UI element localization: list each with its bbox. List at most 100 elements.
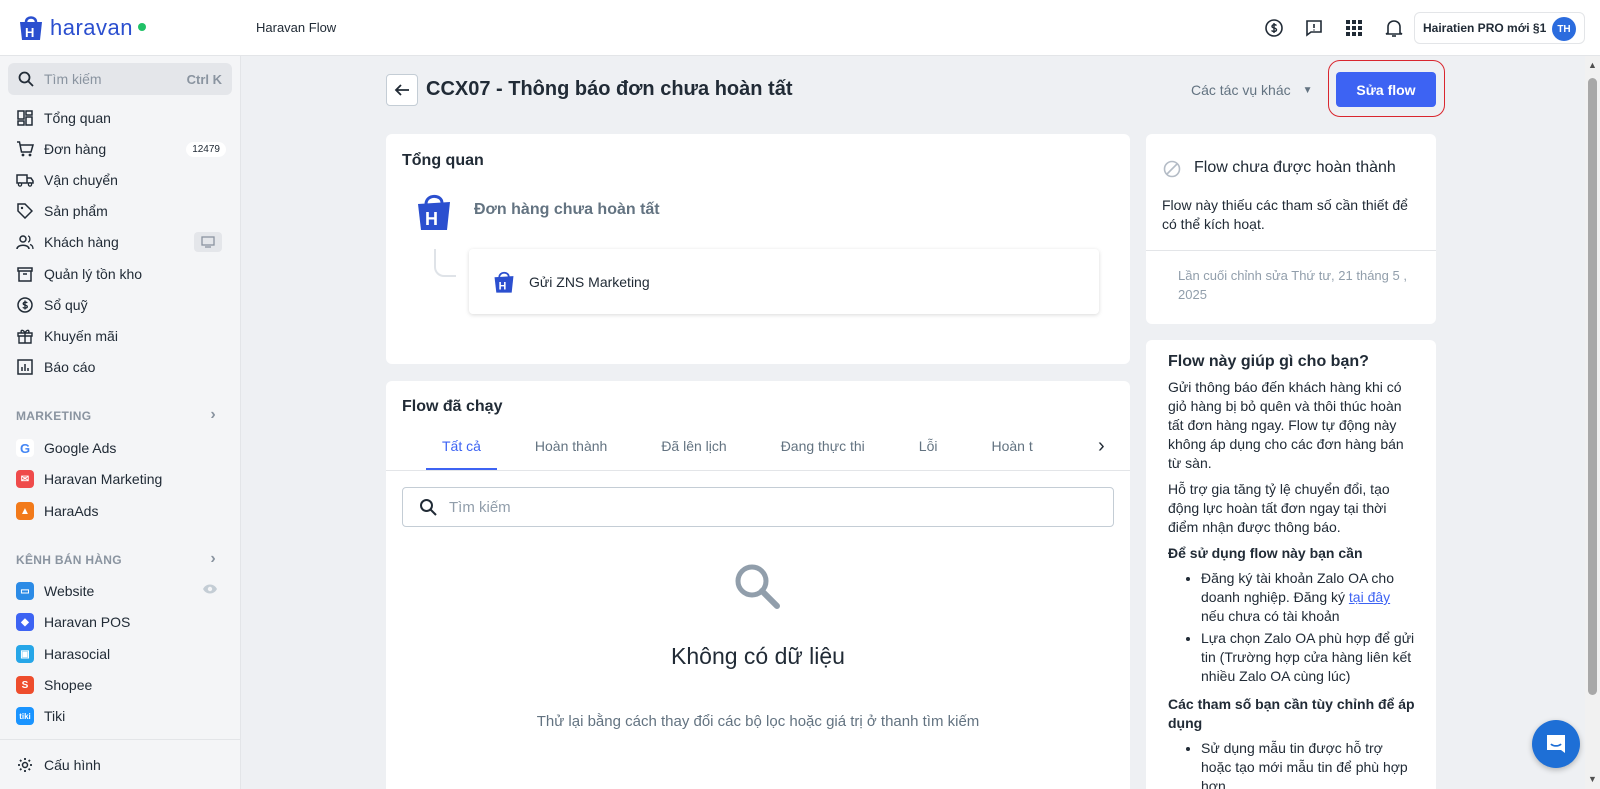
sidebar-item-website[interactable]: ▭ Website	[8, 576, 232, 606]
sidebar-item-label: Shopee	[44, 677, 93, 693]
scroll-down-arrow-icon[interactable]: ▼	[1588, 774, 1597, 784]
tab-running[interactable]: Đang thực thi	[765, 434, 881, 470]
tabs-scroll-right-icon[interactable]: ›	[1098, 435, 1118, 459]
store-switcher[interactable]: Hairatien PRO mới §1 TH	[1414, 12, 1585, 44]
page-scrollbar[interactable]: ▲ ▼	[1585, 56, 1600, 789]
search-shortcut: Ctrl K	[186, 71, 222, 87]
sidebar-item-label: Sổ quỹ	[44, 297, 88, 313]
params-list: Sử dụng mẫu tin được hỗ trợ hoặc tạo mới…	[1168, 739, 1416, 789]
svg-text:H: H	[425, 209, 438, 229]
website-icon: ▭	[16, 582, 34, 600]
tiki-icon: tiki	[16, 707, 34, 725]
sidebar-item-shopee[interactable]: S Shopee	[8, 670, 232, 700]
scroll-thumb[interactable]	[1588, 78, 1597, 695]
online-indicator	[138, 23, 147, 31]
tab-completed[interactable]: Hoàn thành	[519, 434, 623, 470]
sidebar-item-overview[interactable]: Tổng quan	[8, 103, 232, 133]
bell-icon[interactable]	[1382, 16, 1406, 40]
help-content: Flow này giúp gì cho bạn? Gửi thông báo …	[1168, 352, 1416, 789]
sidebar-footer: Cấu hình	[0, 739, 241, 789]
user-avatar: TH	[1552, 17, 1576, 41]
sidebar-item-label: Harasocial	[44, 646, 111, 662]
sidebar-item-products[interactable]: Sản phẩm	[8, 196, 232, 226]
tab-scheduled[interactable]: Đã lên lịch	[645, 434, 742, 470]
cart-icon	[16, 140, 34, 158]
empty-state-title: Không có dữ liệu	[671, 643, 845, 669]
truck-icon	[16, 171, 34, 189]
sidebar-item-harasocial[interactable]: ▣ Harasocial	[8, 639, 232, 669]
help-paragraph-1: Gửi thông báo đến khách hàng khi có giỏ …	[1168, 379, 1404, 471]
archive-icon	[16, 265, 34, 283]
channels-section-header[interactable]: KÊNH BÁN HÀNG ›	[16, 550, 216, 568]
tab-error[interactable]: Lỗi	[903, 434, 954, 470]
gear-icon	[16, 756, 34, 774]
google-icon: G	[16, 439, 34, 457]
back-button[interactable]	[386, 74, 418, 106]
app-name: Haravan Flow	[256, 20, 337, 35]
more-actions-dropdown[interactable]: Các tác vụ khác ▼	[1191, 82, 1313, 98]
caret-down-icon: ▼	[1302, 84, 1313, 96]
apps-grid-icon[interactable]	[1342, 16, 1366, 40]
gift-icon	[16, 327, 34, 345]
sidebar-item-tiki[interactable]: tiki Tiki	[8, 701, 232, 731]
scroll-up-arrow-icon[interactable]: ▲	[1588, 60, 1597, 70]
sidebar-item-label: Quản lý tồn kho	[44, 266, 143, 282]
status-card: Flow chưa được hoàn thành Flow này thiếu…	[1146, 134, 1436, 324]
sidebar-item-label: Sản phẩm	[44, 203, 108, 219]
chat-icon	[1547, 735, 1565, 753]
sidebar-item-haravan-pos[interactable]: ◆ Haravan POS	[8, 607, 232, 637]
dashboard-icon	[16, 109, 34, 127]
sidebar-item-reports[interactable]: Báo cáo	[8, 352, 232, 382]
sidebar-item-label: Website	[44, 583, 95, 599]
pos-icon: ◆	[16, 613, 34, 631]
sidebar: Tìm kiếm Ctrl K Tổng quan Đơn hàng 12479…	[0, 56, 241, 789]
shopee-icon: S	[16, 676, 34, 694]
channels-section-title: KÊNH BÁN HÀNG	[16, 553, 122, 567]
arrow-left-icon	[394, 84, 409, 96]
tab-all[interactable]: Tất cả	[426, 434, 497, 470]
sidebar-item-settings[interactable]: Cấu hình	[8, 750, 232, 780]
sidebar-item-customers[interactable]: Khách hàng	[8, 227, 232, 257]
requirements-list: Đăng ký tài khoản Zalo OA cho doanh nghi…	[1168, 569, 1416, 686]
sidebar-search[interactable]: Tìm kiếm Ctrl K	[8, 63, 232, 95]
haravan-bag-small-icon: H	[494, 271, 514, 292]
search-icon	[18, 71, 34, 87]
flow-action-step[interactable]: H Gửi ZNS Marketing	[469, 249, 1099, 314]
sidebar-item-inventory[interactable]: Quản lý tồn kho	[8, 259, 232, 289]
help-paragraph-2: Hỗ trợ gia tăng tỷ lệ chuyển đổi, tạo độ…	[1168, 481, 1390, 535]
dollar-cycle-icon[interactable]	[1262, 16, 1286, 40]
status-title: Flow chưa được hoàn thành	[1194, 159, 1396, 176]
store-name: Hairatien PRO mới §1	[1423, 21, 1547, 35]
runs-card: Flow đã chạy Tất cả Hoàn thành Đã lên lị…	[386, 381, 1130, 789]
top-bar: H haravan Haravan Flow Hairatien PRO mới…	[0, 0, 1600, 56]
action-label: Gửi ZNS Marketing	[529, 273, 650, 290]
sidebar-item-promotions[interactable]: Khuyến mãi	[8, 321, 232, 351]
help-card: Flow này giúp gì cho bạn? Gửi thông báo …	[1146, 340, 1436, 789]
marketing-section-header[interactable]: MARKETING ›	[16, 406, 216, 424]
haravan-logo-icon: H	[20, 16, 42, 40]
customer-screen-icon[interactable]	[194, 232, 222, 252]
runs-search-input[interactable]: Tìm kiếm	[402, 487, 1114, 527]
haravan-marketing-icon: ✉	[16, 470, 34, 488]
feedback-icon[interactable]	[1302, 16, 1326, 40]
overview-title: Tổng quan	[402, 152, 484, 169]
sidebar-item-haraads[interactable]: ▲ HaraAds	[8, 496, 232, 526]
register-link[interactable]: tại đây	[1349, 589, 1390, 605]
status-description: Flow này thiếu các tham số cần thiết để …	[1162, 197, 1408, 232]
haravan-logo[interactable]: H haravan	[16, 12, 147, 44]
requirement-text: nếu chưa có tài khoản	[1201, 608, 1340, 624]
eye-icon[interactable]	[202, 582, 218, 600]
edit-flow-button[interactable]: Sửa flow	[1336, 72, 1436, 107]
sidebar-item-haravan-marketing[interactable]: ✉ Haravan Marketing	[8, 464, 232, 494]
sidebar-item-google-ads[interactable]: G Google Ads	[8, 433, 232, 463]
tab-canceled[interactable]: Hoàn t	[975, 434, 1045, 470]
logo-text: haravan	[50, 15, 134, 40]
last-edited-text: Lần cuối chỉnh sửa Thứ tư, 21 tháng 5 , …	[1178, 268, 1407, 302]
sidebar-item-cashbook[interactable]: Sổ quỹ	[8, 290, 232, 320]
requirements-title: Để sử dụng flow này bạn cần	[1168, 545, 1363, 561]
sidebar-item-shipping[interactable]: Vận chuyển	[8, 165, 232, 195]
chat-support-button[interactable]	[1532, 720, 1580, 768]
report-icon	[16, 358, 34, 376]
sidebar-item-orders[interactable]: Đơn hàng 12479	[8, 134, 232, 164]
help-title: Flow này giúp gì cho bạn?	[1168, 353, 1369, 370]
